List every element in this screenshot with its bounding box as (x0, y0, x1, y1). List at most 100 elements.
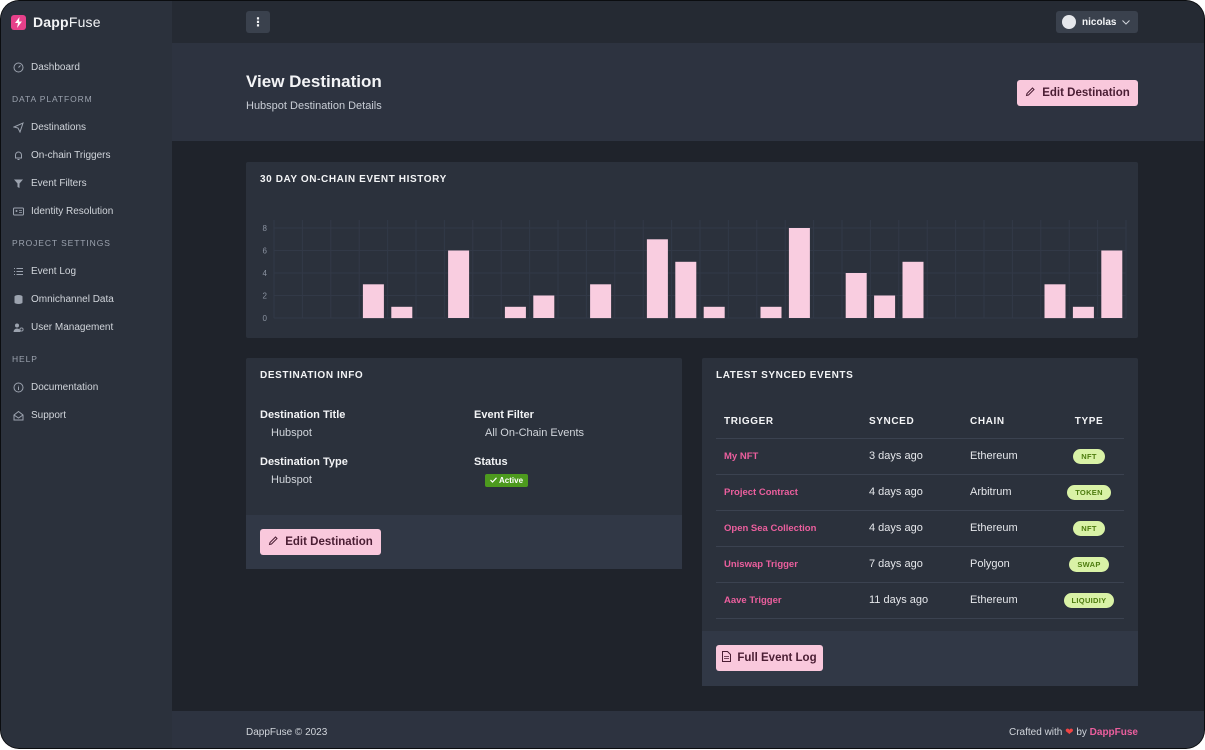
chain-cell: Ethereum (962, 582, 1054, 619)
trigger-link[interactable]: My NFT (716, 438, 861, 475)
copyright-text: DappFuse © 2023 (246, 727, 328, 738)
chart-bar[interactable] (760, 306, 782, 319)
brand[interactable]: DappFuse (1, 1, 172, 43)
chart-bar[interactable] (845, 273, 867, 318)
trigger-link[interactable]: Project Contract (716, 474, 861, 511)
nav-section-title: PROJECT SETTINGS (12, 238, 111, 248)
sidebar-item-onchain-triggers[interactable]: On-chain Triggers (1, 141, 172, 169)
trigger-link[interactable]: Open Sea Collection (716, 510, 861, 547)
chart-bar[interactable] (1072, 306, 1094, 319)
chart-bar[interactable] (362, 284, 384, 319)
sidebar-item-label: Dashboard (31, 61, 80, 73)
status-text: Active (499, 476, 524, 485)
chart-bar[interactable] (703, 306, 725, 319)
button-label: Edit Destination (1042, 87, 1130, 99)
database-icon (12, 293, 24, 305)
card-footer: Full Event Log (702, 631, 1138, 686)
gauge-icon (12, 61, 24, 73)
list-icon (12, 265, 24, 277)
y-tick-label: 4 (263, 269, 268, 278)
y-tick-label: 6 (263, 247, 268, 256)
kebab-menu-button[interactable]: ⋮ (246, 11, 270, 33)
chart-bar[interactable] (646, 239, 668, 319)
y-tick-label: 0 (263, 314, 268, 323)
chart-bar[interactable] (675, 261, 697, 319)
sidebar-item-event-filters[interactable]: Event Filters (1, 169, 172, 197)
pencil-icon (1025, 86, 1036, 100)
type-badge: TOKEN (1067, 484, 1111, 500)
chain-cell: Ethereum (962, 510, 1054, 547)
sidebar-item-omnichannel-data[interactable]: Omnichannel Data (1, 285, 172, 313)
column-header: TRIGGER (716, 405, 861, 439)
chart-bar[interactable] (874, 295, 896, 319)
edit-destination-button[interactable]: Edit Destination (1017, 80, 1138, 106)
funnel-icon (12, 177, 24, 189)
type-cell: SWAP (1054, 546, 1124, 583)
events-table: TRIGGER SYNCED CHAIN TYPE My NFT 3 days … (716, 405, 1124, 619)
type-cell: TOKEN (1054, 474, 1124, 511)
synced-cell: 11 days ago (861, 582, 962, 619)
brand-link[interactable]: DappFuse (1090, 727, 1138, 738)
page-title: View Destination (246, 72, 382, 91)
sidebar-item-destinations[interactable]: Destinations (1, 113, 172, 141)
sidebar-item-dashboard[interactable]: Dashboard (1, 53, 172, 81)
chart-bar[interactable] (533, 295, 555, 319)
sidebar-nav: Dashboard DATA PLATFORM Destinations On-… (1, 43, 172, 429)
y-tick-label: 2 (263, 292, 268, 301)
type-badge: NFT (1073, 448, 1105, 464)
table-row: My NFT 3 days ago Ethereum NFT (716, 438, 1124, 475)
table-row: Open Sea Collection 4 days ago Ethereum … (716, 510, 1124, 547)
destination-type-label: Destination Type (260, 456, 348, 468)
event-filter-value: All On-Chain Events (485, 427, 585, 439)
chevron-down-icon (1122, 17, 1131, 27)
destination-title-label: Destination Title (260, 409, 346, 421)
card-title: LATEST SYNCED EVENTS (716, 370, 854, 381)
type-badge: LIQUIDIY (1063, 592, 1115, 608)
chart-bar[interactable] (1044, 284, 1066, 319)
button-label: Edit Destination (285, 536, 373, 548)
sidebar-item-label: On-chain Triggers (31, 149, 111, 161)
check-icon (490, 476, 497, 485)
edit-destination-button[interactable]: Edit Destination (260, 529, 381, 555)
table-row: Uniswap Trigger 7 days ago Polygon SWAP (716, 546, 1124, 583)
trigger-link[interactable]: Uniswap Trigger (716, 546, 861, 583)
sidebar-item-user-management[interactable]: User Management (1, 313, 172, 341)
column-header: CHAIN (962, 405, 1054, 439)
page-footer: DappFuse © 2023 Crafted with ❤ by DappFu… (172, 711, 1204, 748)
sidebar: DappFuse Dashboard DATA PLATFORM Destina… (1, 1, 172, 748)
chart-bar[interactable] (902, 261, 924, 319)
user-menu-button[interactable]: nicolas (1056, 11, 1138, 33)
crafted-with: Crafted with ❤ by DappFuse (1009, 727, 1138, 738)
chain-cell: Arbitrum (962, 474, 1054, 511)
chart-bar[interactable] (504, 306, 526, 319)
chart-bar[interactable] (391, 306, 413, 319)
sidebar-item-event-log[interactable]: Event Log (1, 257, 172, 285)
chart-bar[interactable] (1101, 250, 1123, 319)
support-icon (12, 409, 24, 421)
chart-bar[interactable] (448, 250, 470, 319)
event-history-chart-card: 30 DAY ON-CHAIN EVENT HISTORY 02468 (246, 162, 1138, 338)
full-event-log-button[interactable]: Full Event Log (716, 645, 823, 671)
latest-events-card: LATEST SYNCED EVENTS TRIGGER SYNCED CHAI… (702, 358, 1138, 686)
chart-bar[interactable] (788, 228, 810, 318)
destination-type-value: Hubspot (271, 474, 312, 486)
sidebar-item-label: Destinations (31, 121, 87, 133)
sidebar-item-support[interactable]: Support (1, 401, 172, 429)
button-label: Full Event Log (737, 652, 817, 664)
sidebar-item-identity-resolution[interactable]: Identity Resolution (1, 197, 172, 225)
table-row: Aave Trigger 11 days ago Ethereum LIQUID… (716, 582, 1124, 619)
crafted-prefix: Crafted with (1009, 727, 1063, 738)
chart-bar[interactable] (590, 284, 612, 319)
sidebar-item-label: Support (31, 409, 67, 421)
topbar: ⋮ nicolas (172, 1, 1204, 43)
trigger-link[interactable]: Aave Trigger (716, 582, 861, 619)
table-header-row: TRIGGER SYNCED CHAIN TYPE (716, 405, 1124, 439)
document-icon (722, 651, 732, 665)
app-window: DappFuse Dashboard DATA PLATFORM Destina… (1, 1, 1204, 748)
chain-cell: Polygon (962, 546, 1054, 583)
page-subtitle: Hubspot Destination Details (246, 100, 382, 112)
synced-cell: 4 days ago (861, 474, 962, 511)
sidebar-item-documentation[interactable]: Documentation (1, 373, 172, 401)
card-footer: Edit Destination (246, 515, 682, 569)
crafted-by: by (1076, 727, 1087, 738)
